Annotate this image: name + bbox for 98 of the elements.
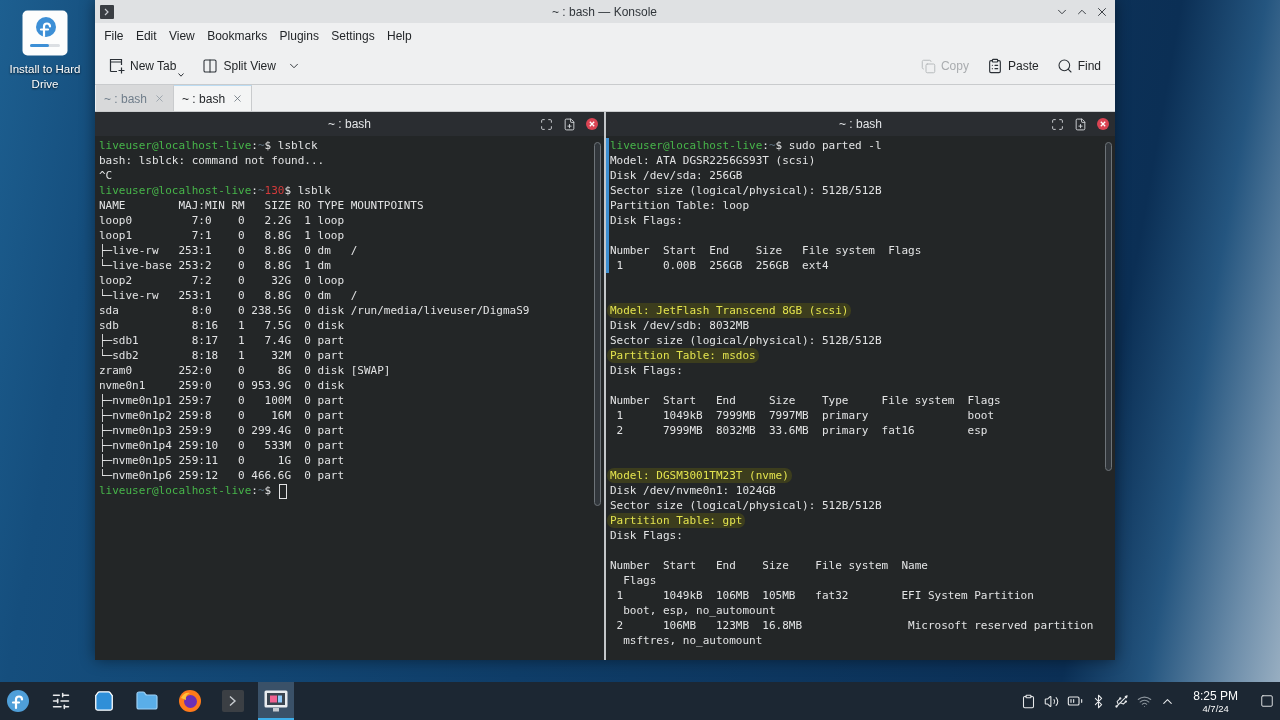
browser-icon[interactable] xyxy=(178,689,202,713)
tab[interactable]: ~ : bash xyxy=(174,85,253,111)
highlighted-line: Partition Table: msdos xyxy=(607,348,759,363)
find-button[interactable]: Find xyxy=(1050,54,1107,78)
highlighted-line: Partition Table: gpt xyxy=(607,513,746,528)
terminal-line: ├─nvme0n1p4 259:10 0 533M 0 part xyxy=(99,438,345,453)
terminal-line: NAME MAJ:MIN RM SIZE RO TYPE MOUNTPOINTS xyxy=(99,198,424,213)
terminal-line: Number Start End Size File system Flags xyxy=(610,243,922,258)
terminal-line: Disk /dev/sdb: 8032MB xyxy=(610,318,750,333)
menu-item[interactable]: Bookmarks xyxy=(200,25,274,46)
terminal-line: 2 106MB 123MB 16.8MB Microsoft reserved partition xyxy=(615,618,1094,633)
terminal-line: boot, esp, no_automount xyxy=(622,603,776,618)
battery-icon[interactable] xyxy=(1067,693,1084,709)
terminal-line: Flags xyxy=(622,573,657,588)
monitor-icon xyxy=(264,690,288,712)
file-plus-icon[interactable] xyxy=(563,117,576,131)
terminal-line: loop2 7:2 0 32G 0 loop xyxy=(99,273,345,288)
pane-title: ~ : bash xyxy=(839,117,882,131)
menu-item[interactable]: Help xyxy=(380,25,418,46)
clock-date[interactable]: 4/7/24 xyxy=(1202,702,1229,714)
scrollbar[interactable] xyxy=(1104,142,1112,471)
prompt-line: liveuser@localhost-live:~130$ lsblk xyxy=(99,183,331,198)
clipboard-icon[interactable] xyxy=(1021,693,1037,709)
maximize-icon[interactable] xyxy=(1051,117,1064,131)
terminal-line: Disk Flags: xyxy=(610,213,683,228)
terminal-line: ├─sdb1 8:17 1 7.4G 0 part xyxy=(99,333,345,348)
terminal-icon[interactable] xyxy=(222,690,244,712)
prompt-line: liveuser@localhost-live:~$ sudo parted -l xyxy=(610,138,882,153)
pane-title: ~ : bash xyxy=(328,117,371,131)
prompt-line: liveuser@localhost-live:~$ xyxy=(99,483,273,498)
file-plus-icon[interactable] xyxy=(1074,117,1087,131)
terminal-line: sda 8:0 0 238.5G 0 disk /run/media/liveuser/DigmaS9 xyxy=(99,303,530,318)
installer-icon[interactable] xyxy=(22,10,68,56)
terminal-line: bash: lsblck: command not found... xyxy=(99,153,325,168)
caret-icon xyxy=(178,73,185,77)
search-icon xyxy=(1056,58,1073,74)
menu-item[interactable]: Settings xyxy=(325,25,381,46)
menu-item[interactable]: File xyxy=(98,25,130,46)
highlighted-line: Model: JetFlash Transcend 8GB (scsi) xyxy=(607,303,852,318)
new-tab-icon xyxy=(109,58,125,74)
terminal-line: Sector size (logical/physical): 512B/512B xyxy=(610,498,882,513)
terminal-line: Number Start End Size Type File system Flags xyxy=(610,393,1001,408)
window-title: ~ : bash — Konsole xyxy=(551,4,658,19)
terminal-line: loop1 7:1 0 8.8G 1 loop xyxy=(99,228,345,243)
terminal-line: ├─live-rw 253:1 0 8.8G 0 dm / xyxy=(99,243,358,258)
shopping-bag-icon[interactable] xyxy=(93,690,115,712)
close-icon[interactable] xyxy=(586,118,598,130)
terminal-line: Disk Flags: xyxy=(610,363,683,378)
terminal-line: 1 1049kB 106MB 105MB fat32 EFI System Partition xyxy=(615,588,1034,603)
logo-icon[interactable] xyxy=(7,690,29,712)
clock-time[interactable]: 8:25 PM xyxy=(1193,688,1238,703)
terminal-line: Partition Table: loop xyxy=(610,198,750,213)
terminal-line: Model: ATA DGSR2256GS93T (scsi) xyxy=(610,153,816,168)
paste-button[interactable]: Paste xyxy=(980,54,1045,78)
volume-icon[interactable] xyxy=(1044,693,1060,709)
usb-icon[interactable] xyxy=(1114,693,1130,709)
highlighted-line: Model: DGSM3001TM23T (nvme) xyxy=(607,468,792,483)
terminal-line: ^C xyxy=(99,168,113,183)
close-icon[interactable] xyxy=(1097,118,1109,130)
menu-item[interactable]: Plugins xyxy=(273,25,326,46)
terminal-line: 2 7999MB 8032MB 33.6MB primary fat16 esp xyxy=(615,423,988,438)
terminal-line: Sector size (logical/physical): 512B/512B xyxy=(610,183,882,198)
menu-item[interactable]: Edit xyxy=(129,25,163,46)
terminal-line: ├─nvme0n1p3 259:9 0 299.4G 0 part xyxy=(99,423,345,438)
prompt-line: liveuser@localhost-live:~$ lsblck xyxy=(99,138,318,153)
terminal-line: ├─nvme0n1p5 259:11 0 1G 0 part xyxy=(99,453,345,468)
terminal-line: Disk /dev/sda: 256GB xyxy=(610,168,743,183)
terminal-line: ├─nvme0n1p1 259:7 0 100M 0 part xyxy=(99,393,345,408)
maximize-icon[interactable] xyxy=(540,117,553,131)
new-tab-button[interactable]: New Tab xyxy=(103,54,191,78)
split-view-icon xyxy=(202,58,219,74)
terminal-line: └─live-base 253:2 0 8.8G 1 dm xyxy=(99,258,331,273)
desktop-icon-label[interactable]: Install to Hard Drive xyxy=(2,62,88,92)
terminal-line: └─live-rw 253:1 0 8.8G 0 dm / xyxy=(99,288,358,303)
terminal-line: loop0 7:0 0 2.2G 1 loop xyxy=(99,213,345,228)
terminal-line: └─sdb2 8:18 1 32M 0 part xyxy=(99,348,345,363)
terminal-line: Disk /dev/nvme0n1: 1024GB xyxy=(610,483,776,498)
terminal-line: Number Start End Size File system Name xyxy=(610,558,928,573)
menu-item[interactable]: View xyxy=(162,25,201,46)
terminal-line: └─nvme0n1p6 259:12 0 466.6G 0 part xyxy=(99,468,345,483)
terminal-line: zram0 252:0 0 8G 0 disk [SWAP] xyxy=(99,363,391,378)
terminal-icon xyxy=(100,4,114,19)
folder-icon[interactable] xyxy=(135,689,159,713)
terminal-line: ├─nvme0n1p2 259:8 0 16M 0 part xyxy=(99,408,345,423)
terminal-line: Sector size (logical/physical): 512B/512B xyxy=(610,333,882,348)
terminal-line: sdb 8:16 1 7.5G 0 disk xyxy=(99,318,345,333)
task-button[interactable] xyxy=(258,682,294,720)
terminal-line: 1 1049kB 7999MB 7997MB primary boot xyxy=(615,408,995,423)
terminal-line: msftres, no_automount xyxy=(622,633,763,648)
terminal-line: nvme0n1 259:0 0 953.9G 0 disk xyxy=(99,378,345,393)
paste-icon xyxy=(986,58,1003,74)
scrollbar[interactable] xyxy=(593,142,601,506)
split-view-button[interactable]: Split View xyxy=(196,54,307,78)
show-desktop-icon[interactable] xyxy=(1260,694,1274,708)
terminal-line: Disk Flags: xyxy=(610,528,683,543)
terminal-line: 1 0.00B 256GB 256GB ext4 xyxy=(615,258,829,273)
sliders-icon[interactable] xyxy=(51,691,71,711)
copy-icon xyxy=(920,58,936,74)
